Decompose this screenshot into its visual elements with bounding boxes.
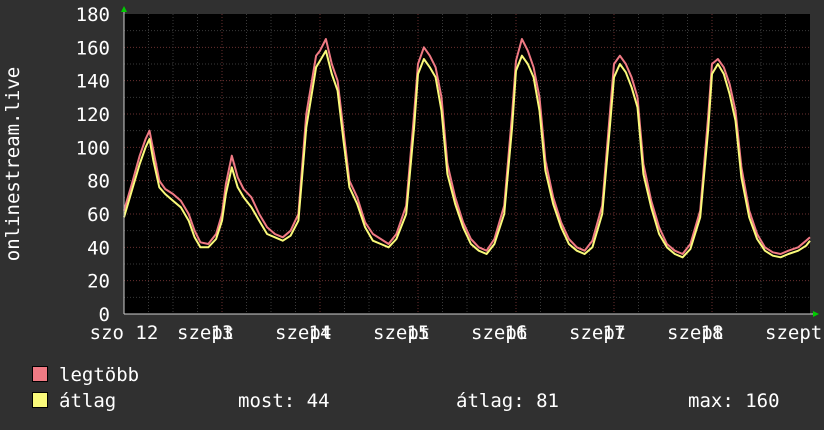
y-tick-label: 140 xyxy=(76,71,110,93)
x-tick-label: 14 xyxy=(309,322,332,344)
legend-max-swatch xyxy=(32,366,48,382)
x-tick-label: szo 12 xyxy=(90,322,159,344)
y-axis-arrow xyxy=(121,6,127,12)
y-tick-label: 100 xyxy=(76,137,110,159)
x-tick-label: 15 xyxy=(407,322,430,344)
legend-max: legtöbb xyxy=(32,364,139,386)
y-tick-label: 40 xyxy=(87,237,110,259)
y-tick-label: 60 xyxy=(87,204,110,226)
legend-avg: átlag xyxy=(32,390,116,412)
y-axis-label: onlinestream.live xyxy=(2,67,24,261)
x-tick-label: szept xyxy=(765,322,822,344)
y-tick-label: 120 xyxy=(76,104,110,126)
x-tick-label: 17 xyxy=(603,322,626,344)
stat-max: max: 160 xyxy=(688,390,780,412)
x-tick-label: 18 xyxy=(701,322,724,344)
legend-avg-label: átlag xyxy=(59,390,117,412)
y-tick-label: 80 xyxy=(87,171,110,193)
x-tick-label: 16 xyxy=(505,322,528,344)
y-tick-label: 180 xyxy=(76,4,110,26)
y-tick-labels: 020406080100120140160180 xyxy=(76,4,110,326)
legend-max-label: legtöbb xyxy=(59,364,140,386)
x-tick-labels: szo 12 szept13 szept14 szept15 szept16 szept1… xyxy=(90,322,823,344)
stat-average: átlag: 81 xyxy=(456,390,559,412)
x-tick-label: 13 xyxy=(211,322,234,344)
y-tick-label: 160 xyxy=(76,37,110,59)
legend-avg-swatch xyxy=(32,392,48,408)
stat-now: most: 44 xyxy=(238,390,330,412)
x-axis-arrow xyxy=(813,311,819,317)
y-tick-label: 20 xyxy=(87,271,110,293)
